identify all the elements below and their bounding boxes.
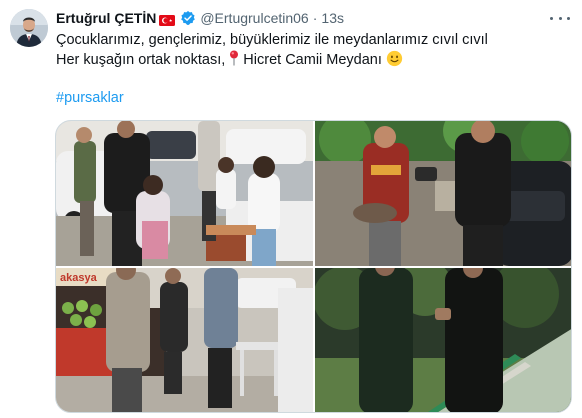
shop-sign-text: akasya [60,272,98,284]
round-pushpin-icon [229,50,239,72]
tweet-header: Ertuğrul ÇETİN @Ertugrulcetin06 · 13s [56,8,562,28]
tweet-text-line-2-end: Hicret Camii Meydanı [239,52,386,68]
hashtag-link[interactable]: #pursaklar [56,90,124,106]
more-options-icon[interactable] [550,10,570,26]
turkey-flag-icon [159,13,176,26]
media-grid: akasya [55,120,572,413]
author-name[interactable]: Ertuğrul ÇETİN [56,10,156,26]
tweet-text-line-1: Çocuklarımız, gençlerimiz, büyüklerimiz … [56,32,488,48]
photo-3[interactable]: akasya [56,268,313,412]
slightly-smiling-face-icon [386,50,403,67]
tweet-text-line-2-start: Her kuşağın ortak noktası, [56,52,230,68]
photo-4[interactable] [315,268,571,412]
tweet-time[interactable]: 13s [321,10,344,26]
author-handle[interactable]: @Ertugrulcetin06 [200,10,308,26]
photo-1[interactable] [56,121,313,266]
tweet-text: Çocuklarımız, gençlerimiz, büyüklerimiz … [56,30,556,72]
photo-2[interactable] [315,121,571,266]
tweet-text-line-2: Her kuşağın ortak noktası, Hicret Camii … [56,50,556,72]
separator-dot: · [312,10,318,26]
avatar[interactable] [10,9,48,47]
verified-badge-icon [180,10,196,26]
